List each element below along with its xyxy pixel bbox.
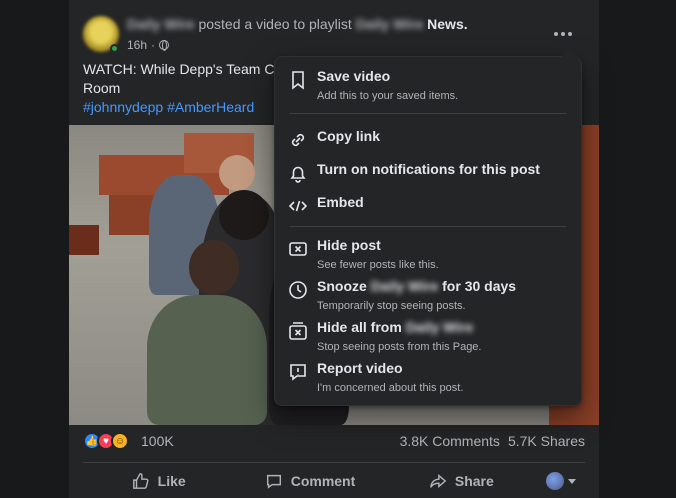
menu-item-hide-all[interactable]: Hide all from Daily Wire Stop seeing pos… [282,319,574,355]
menu-item-subtitle: Stop seeing posts from this Page. [317,341,482,353]
menu-item-title: Snooze Daily Wire for 30 days [317,278,516,294]
video-scene-wood [69,225,99,255]
dot-icon [554,32,558,36]
dot-icon [568,32,572,36]
haha-reaction-icon: ☺ [111,432,129,450]
post-options-button[interactable] [549,22,577,46]
code-icon [288,200,308,212]
hide-x-icon [289,242,307,256]
engagement-counts: 3.8K Comments 5.7K Shares [400,433,585,449]
report-icon [290,364,306,381]
menu-item-subtitle: Add this to your saved items. [317,90,459,102]
share-label: Share [454,473,494,489]
hide-all-page-name: Daily Wire [405,319,474,335]
globe-icon [159,40,170,51]
comments-count[interactable]: 3.8K Comments [400,433,500,449]
like-button[interactable]: Like [83,472,234,490]
post-actions: Like Comment Share [83,466,585,496]
menu-item-title: Turn on notifications for this post [317,161,540,177]
menu-item-title: Copy link [317,128,381,144]
menu-divider [290,226,566,227]
audience-selector[interactable] [537,472,585,490]
snooze-suffix: for 30 days [442,278,517,294]
menu-item-subtitle: I'm concerned about this post. [317,382,464,394]
snooze-page-name: Daily Wire [370,278,439,294]
online-indicator [110,44,119,53]
hide-all-icon [289,322,307,340]
share-button[interactable]: Share [386,472,537,490]
hashtag-link[interactable]: #AmberHeard [167,99,254,115]
menu-item-copy-link[interactable]: Copy link [282,128,574,150]
like-label: Like [157,473,186,489]
menu-item-title: Embed [317,194,364,210]
menu-item-subtitle: Temporarily stop seeing posts. [317,300,466,312]
reaction-count[interactable]: 100K [141,433,174,449]
playlist-link[interactable]: News. [427,16,467,32]
bookmark-icon [292,71,304,90]
menu-item-save-video[interactable]: Save video Add this to your saved items. [282,68,574,104]
reactions-row: 👍 ♥ ☺ 100K 3.8K Comments 5.7K Shares [83,430,585,454]
menu-item-report-video[interactable]: Report video I'm concerned about this po… [282,360,574,396]
video-scene-person [219,190,269,240]
menu-item-subtitle: See fewer posts like this. [317,259,439,271]
shares-count[interactable]: 5.7K Shares [508,433,585,449]
menu-item-embed[interactable]: Embed [282,194,574,216]
hashtag-link[interactable]: #johnnydepp [83,99,163,115]
dot-icon [561,32,565,36]
comment-icon [266,474,281,489]
menu-item-title: Report video [317,360,403,376]
reaction-icons[interactable]: 👍 ♥ ☺ [83,432,129,450]
snooze-prefix: Snooze [317,278,367,294]
clock-icon [289,281,307,299]
video-scene-person [219,155,255,191]
menu-item-hide-post[interactable]: Hide post See fewer posts like this. [282,237,574,273]
meta-dot: · [151,38,156,52]
link-icon [291,133,305,147]
audience-avatar [545,472,564,490]
chevron-down-icon [567,478,576,484]
post-header: Daily Wire posted a video to playlist Da… [83,12,585,58]
comment-label: Comment [290,473,356,489]
video-scene-person [147,295,267,425]
post-meta: 16h · [127,38,170,52]
menu-item-title: Hide post [317,237,381,253]
playlist-owner-name[interactable]: Daily Wire [356,16,424,32]
comment-button[interactable]: Comment [234,472,385,490]
menu-item-notifications[interactable]: Turn on notifications for this post [282,161,574,183]
share-icon [429,474,447,488]
menu-item-title: Save video [317,68,391,84]
post-headline: Daily Wire posted a video to playlist Da… [127,16,468,32]
thumbs-up-icon [132,473,149,489]
post-options-menu: Save video Add this to your saved items.… [274,47,582,406]
post-time[interactable]: 16h [127,38,147,52]
video-scene-person [189,240,239,295]
page-name[interactable]: Daily Wire [127,16,195,32]
post-action-text: posted a video to playlist [198,16,352,32]
hide-all-prefix: Hide all from [317,319,402,335]
divider [83,462,585,463]
menu-divider [290,113,566,114]
menu-item-title: Hide all from Daily Wire [317,319,473,335]
bell-icon [290,166,306,183]
menu-item-snooze[interactable]: Snooze Daily Wire for 30 days Temporaril… [282,278,574,314]
